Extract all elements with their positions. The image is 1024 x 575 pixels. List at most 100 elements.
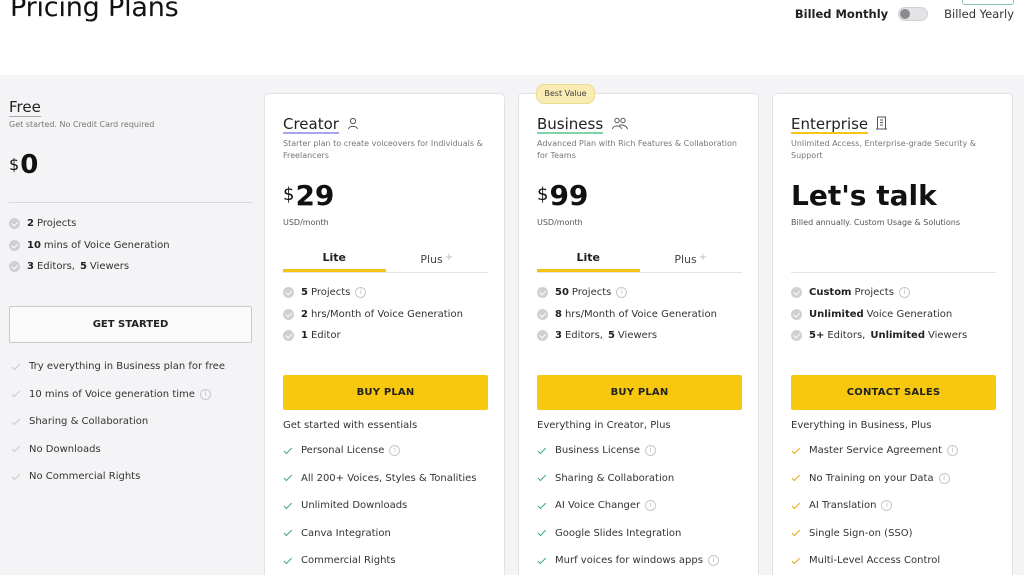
feature-item: AI Voice Changer i (537, 492, 750, 520)
feature-item: Canva Integration (283, 520, 496, 548)
plan-description: Advanced Plan with Rich Features & Colla… (537, 139, 737, 160)
check-icon (791, 556, 801, 566)
currency-symbol: $ (9, 155, 20, 174)
core-features: 5 Projects i 2 hrs/Month of Voice Generatio… (283, 282, 494, 347)
core-features: 2 Projects 10 mins of Voice Generation 3 Ed… (9, 213, 252, 278)
check-circle-icon (9, 261, 20, 273)
check-circle-icon (9, 218, 20, 230)
core-features: Custom Projects i Unlimited Voice Generatio… (791, 282, 1002, 347)
plan-price: $ 29 (283, 179, 334, 212)
check-circle-icon (537, 308, 548, 320)
plan-name: Free (9, 98, 41, 117)
feature-item: Unlimited Downloads (283, 492, 496, 520)
plan-name: Enterprise (791, 115, 888, 134)
info-icon[interactable]: i (947, 445, 959, 457)
plan-price: $ 0 (9, 150, 252, 180)
tab-lite[interactable]: Lite (283, 249, 386, 272)
feature-item: Multi-Level Access Control (791, 547, 1004, 575)
feature-item: Sharing & Collaboration (11, 408, 254, 436)
extra-features: Master Service Agreement i No Training on… (791, 437, 1004, 575)
feature-seats: 1 Editor (283, 325, 494, 347)
contact-sales-button[interactable]: CONTACT SALES (791, 375, 996, 410)
price-amount: 29 (295, 179, 335, 212)
plan-name: Business (537, 116, 629, 134)
check-icon (537, 556, 547, 566)
extra-features: Business License i Sharing & Collaboratio… (537, 437, 750, 575)
divider (791, 272, 996, 273)
check-circle-icon (791, 287, 802, 299)
extra-features: Try everything in Business plan for free… (11, 353, 254, 491)
toggle-knob (900, 9, 911, 19)
feature-item: Google Slides Integration (537, 520, 750, 548)
billed-yearly-label[interactable]: Billed Yearly (944, 7, 1014, 21)
buy-plan-button[interactable]: BUY PLAN (537, 375, 742, 410)
plan-enterprise: Enterprise Unlimited Access, Enterprise-… (772, 93, 1013, 575)
plan-description: Get started. No Credit Card required (9, 120, 155, 129)
feature-item: No Downloads (11, 436, 254, 464)
plan-business: Business Advanced Plan with Rich Feature… (518, 93, 759, 575)
feature-item: Business License i (537, 437, 750, 465)
plan-creator: Creator Starter plan to create voiceover… (264, 93, 505, 575)
check-icon (791, 501, 801, 511)
billed-monthly-label[interactable]: Billed Monthly (795, 7, 888, 21)
check-icon (283, 556, 293, 566)
check-icon (11, 389, 21, 399)
plan-price: $ 99 (537, 179, 588, 212)
info-icon[interactable]: i (355, 287, 367, 299)
buy-plan-button[interactable]: BUY PLAN (283, 375, 488, 410)
info-icon[interactable]: i (881, 500, 893, 512)
info-icon[interactable]: i (898, 287, 910, 299)
price-amount: 0 (20, 150, 39, 180)
check-icon (791, 446, 801, 456)
info-icon[interactable]: i (707, 555, 719, 567)
building-icon (876, 116, 888, 134)
check-circle-icon (537, 330, 548, 342)
check-circle-icon (791, 330, 802, 342)
info-icon[interactable]: i (644, 445, 656, 457)
features-intro: Everything in Creator, Plus (537, 420, 671, 431)
check-icon (283, 446, 293, 456)
divider (9, 202, 252, 203)
feature-seats: 3 Editors, 5 Viewers (9, 256, 252, 278)
plan-name-text: Enterprise (791, 115, 869, 134)
features-intro: Everything in Business, Plus (791, 420, 932, 431)
tier-tabs: Lite Plus + (537, 249, 742, 273)
check-circle-icon (283, 287, 294, 299)
plan-name-text: Business (537, 115, 604, 134)
feature-voice-generation: 2 hrs/Month of Voice Generation (283, 304, 494, 326)
feature-item: Single Sign-on (SSO) (791, 520, 1004, 548)
tab-plus[interactable]: Plus + (640, 249, 743, 272)
check-circle-icon (283, 330, 294, 342)
check-icon (537, 528, 547, 538)
check-icon (791, 528, 801, 538)
feature-projects: 5 Projects i (283, 282, 494, 304)
check-icon (11, 417, 21, 427)
check-icon (283, 528, 293, 538)
get-started-button[interactable]: GET STARTED (9, 306, 252, 343)
feature-voice-generation: 8 hrs/Month of Voice Generation (537, 304, 748, 326)
info-icon[interactable]: i (616, 287, 628, 299)
info-icon[interactable]: i (389, 445, 401, 457)
extra-features: Personal License i All 200+ Voices, Style… (283, 437, 496, 575)
info-icon[interactable]: i (938, 472, 950, 484)
tab-plus[interactable]: Plus + (386, 249, 489, 272)
info-icon[interactable]: i (645, 500, 657, 512)
tab-lite[interactable]: Lite (537, 249, 640, 272)
check-icon (11, 472, 21, 482)
plan-description: Starter plan to create voiceovers for In… (283, 139, 483, 160)
feature-item: Master Service Agreement i (791, 437, 1004, 465)
plan-free: Free Get started. No Credit Card require… (9, 97, 252, 482)
check-circle-icon (791, 308, 802, 320)
feature-voice-generation: Unlimited Voice Generation (791, 304, 1002, 326)
plus-icon: + (444, 252, 454, 263)
price-unit: USD/month (537, 218, 583, 227)
billing-toggle[interactable] (898, 7, 929, 21)
feature-seats: 5+ Editors, Unlimited Viewers (791, 325, 1002, 347)
feature-projects: 50 Projects i (537, 282, 748, 304)
core-features: 50 Projects i 8 hrs/Month of Voice Generati… (537, 282, 748, 347)
check-icon (283, 473, 293, 483)
check-icon (283, 501, 293, 511)
info-icon[interactable]: i (199, 388, 211, 400)
feature-item: AI Translation i (791, 492, 1004, 520)
corner-button-edge[interactable] (962, 0, 1014, 5)
